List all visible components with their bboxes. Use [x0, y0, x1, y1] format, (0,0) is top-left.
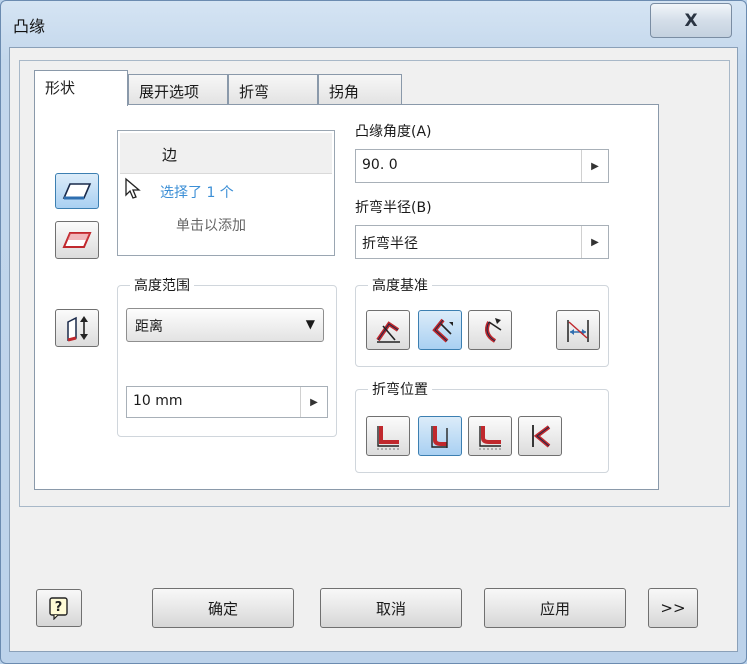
help-icon: ?: [49, 597, 68, 620]
flange-angle-field[interactable]: 90. 0 ▶: [355, 149, 609, 183]
edge-selection-list[interactable]: 边 选择了 1 个 单击以添加: [117, 130, 335, 256]
bend-from-face-button[interactable]: [468, 416, 512, 456]
bend-radius-field[interactable]: 折弯半径 ▶: [355, 225, 609, 259]
help-glyph: ?: [55, 600, 63, 615]
edge-select-mode-button[interactable]: [55, 173, 99, 209]
tab-unfold-options[interactable]: 展开选项: [128, 74, 228, 104]
flip-direction-icon: [67, 316, 88, 342]
height-distance-field[interactable]: 10 mm ▶: [126, 386, 328, 418]
tab-shape[interactable]: 形状: [34, 70, 128, 106]
bend-radius-value: 折弯半径: [362, 236, 418, 252]
bend-outside-icon: [431, 426, 448, 448]
shape-tab-panel: 边 选择了 1 个 单击以添加 凸缘角度(A) 90. 0 ▶ 折弯半径(B) …: [34, 104, 659, 490]
flip-direction-button[interactable]: [55, 309, 99, 347]
height-extents-dropdown[interactable]: 距离 ▼: [126, 308, 324, 342]
edge-select-icon: [62, 183, 92, 200]
cursor-arrow-icon: [125, 177, 141, 199]
loop-select-mode-button[interactable]: [55, 221, 99, 259]
height-datum-title: 高度基准: [368, 275, 432, 295]
height-distance-flyout-icon[interactable]: ▶: [300, 387, 327, 417]
bend-position-title: 折弯位置: [368, 379, 432, 399]
flange-angle-label: 凸缘角度(A): [355, 124, 432, 140]
bend-inside-icon: [377, 426, 400, 450]
chevron-down-icon: ▼: [305, 317, 315, 331]
height-distance-value: 10 mm: [133, 393, 183, 409]
edge-header-label: 边: [162, 146, 178, 164]
edge-list-header: 边: [120, 133, 332, 174]
apply-button[interactable]: 应用: [484, 588, 626, 628]
more-options-button[interactable]: >>: [648, 588, 698, 628]
title-bar: 凸缘 X: [1, 1, 746, 47]
help-button[interactable]: ?: [36, 589, 82, 627]
bend-radius-flyout-icon[interactable]: ▶: [581, 226, 608, 258]
bend-tangent-button[interactable]: [518, 416, 562, 456]
bend-tangent-icon: [532, 425, 551, 448]
height-extents-group: 高度范围 距离 ▼ 10 mm ▶: [117, 275, 337, 437]
cancel-button[interactable]: 取消: [320, 588, 462, 628]
height-extents-title: 高度范围: [130, 275, 194, 295]
flange-dialog: 凸缘 X 形状 展开选项 折弯 拐角 边 选择了 1 个 单击以添加 凸缘角度(…: [0, 0, 747, 664]
flange-angle-value: 90. 0: [362, 157, 398, 173]
bend-from-face-icon: [479, 426, 502, 450]
loop-select-icon: [62, 232, 92, 248]
datum-outer-button[interactable]: [418, 310, 462, 350]
datum-inner-icon: [376, 321, 400, 343]
bend-radius-label: 折弯半径(B): [355, 200, 432, 216]
height-datum-group: 高度基准: [355, 275, 609, 367]
dialog-title: 凸缘: [13, 17, 46, 36]
datum-tangent-button[interactable]: [468, 310, 512, 350]
bend-position-group: 折弯位置: [355, 379, 609, 473]
datum-inner-button[interactable]: [366, 310, 410, 350]
datum-aligned-button[interactable]: [556, 310, 600, 350]
flange-angle-flyout-icon[interactable]: ▶: [581, 150, 608, 182]
bend-inside-button[interactable]: [366, 416, 410, 456]
edge-selected-count[interactable]: 选择了 1 个: [160, 182, 234, 202]
datum-tangent-icon: [485, 318, 502, 343]
tab-corner[interactable]: 拐角: [318, 74, 402, 104]
height-extents-mode: 距离: [135, 319, 163, 335]
datum-outer-icon: [432, 318, 453, 343]
bend-outside-button[interactable]: [418, 416, 462, 456]
datum-aligned-icon: [567, 320, 589, 342]
tab-bend[interactable]: 折弯: [228, 74, 318, 104]
ok-button[interactable]: 确定: [152, 588, 294, 628]
dialog-client-area: 形状 展开选项 折弯 拐角 边 选择了 1 个 单击以添加 凸缘角度(A) 90…: [9, 47, 738, 652]
close-button[interactable]: X: [650, 3, 732, 38]
edge-add-hint: 单击以添加: [176, 218, 246, 234]
